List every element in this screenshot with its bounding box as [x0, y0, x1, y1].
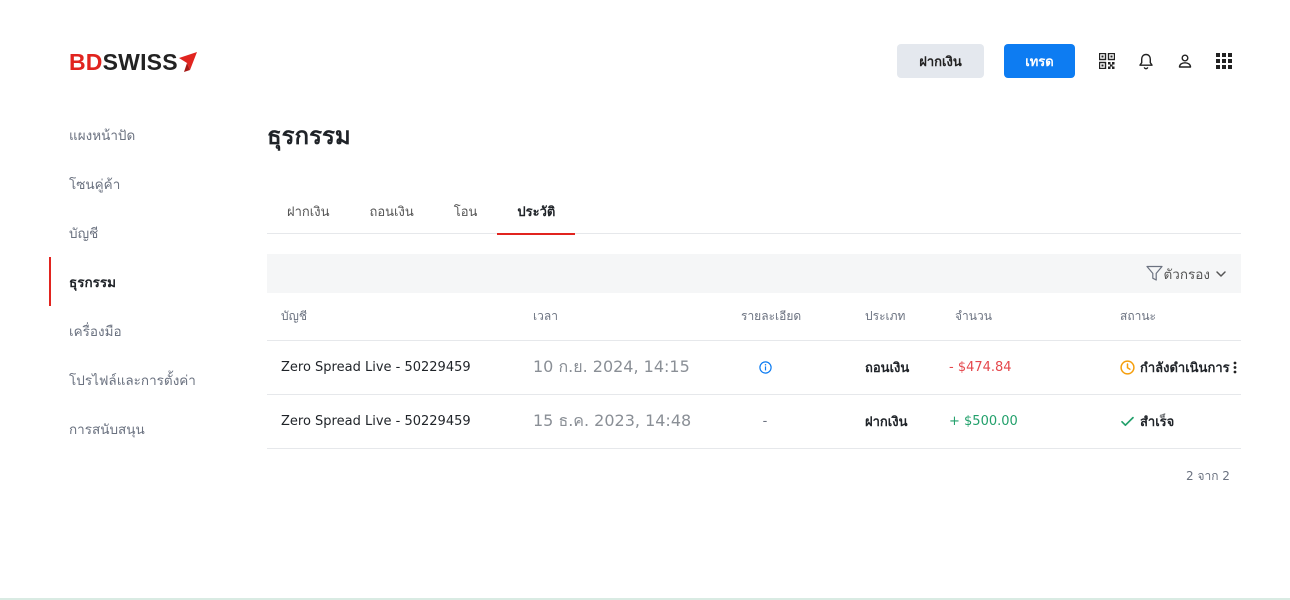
logo-arrow-icon	[178, 52, 197, 72]
sidebar-item-dashboard[interactable]: แผงหน้าปัด	[49, 110, 239, 159]
bdswiss-logo[interactable]: BD SWISS	[69, 48, 197, 75]
status-label: กำลังดำเนินการ	[1140, 361, 1230, 376]
transaction-tabs: ฝากเงิน ถอนเงิน โอน ประวัติ	[267, 188, 1241, 235]
col-header-details: รายละเอียด	[741, 309, 802, 323]
col-header-account: บัญชี	[281, 309, 307, 323]
trade-button[interactable]: เทรด	[1004, 44, 1075, 78]
sidebar-item-label: แผงหน้าปัด	[69, 127, 136, 144]
filter-funnel-icon	[1145, 265, 1163, 281]
sidebar-item-partner-zone[interactable]: โซนคู่ค้า	[49, 159, 239, 208]
col-header-status: สถานะ	[1120, 309, 1156, 323]
account-cell: Zero Spread Live - 50229459	[281, 360, 471, 375]
amount-cell: - $474.84	[949, 360, 1012, 375]
status-cell: สำเร็จ	[1120, 395, 1174, 448]
info-icon[interactable]	[758, 361, 772, 374]
transactions-table: บัญชี เวลา รายละเอียด ประเภท จำนวน สถานะ…	[267, 293, 1241, 449]
sidebar-item-label: ธุรกรรม	[69, 274, 117, 291]
user-icon[interactable]	[1175, 51, 1195, 71]
status-label: สำเร็จ	[1140, 415, 1175, 430]
tab-withdraw[interactable]: ถอนเงิน	[349, 188, 433, 234]
top-toolbar: ฝากเงิน เทรด	[897, 44, 1234, 78]
sidebar-item-support[interactable]: การสนับสนุน	[49, 404, 239, 453]
page-title: ธุรกรรม	[267, 122, 351, 150]
tab-deposit[interactable]: ฝากเงิน	[267, 188, 349, 234]
sidebar-item-accounts[interactable]: บัญชี	[49, 208, 239, 257]
clock-icon	[1120, 360, 1135, 375]
row-more-options-icon[interactable]	[1233, 341, 1237, 394]
sidebar-item-label: โปรไฟล์และการตั้งค่า	[69, 372, 196, 389]
tab-history[interactable]: ประวัติ	[497, 188, 576, 235]
col-header-amount: จำนวน	[955, 309, 992, 323]
type-cell: ถอนเงิน	[865, 361, 910, 376]
qr-code-icon[interactable]	[1097, 51, 1117, 71]
deposit-button[interactable]: ฝากเงิน	[897, 44, 984, 78]
time-cell: 10 ก.ย. 2024, 14:15	[533, 357, 690, 376]
type-cell: ฝากเงิน	[865, 415, 908, 430]
tab-transfer[interactable]: โอน	[434, 188, 498, 234]
sidebar-item-tools[interactable]: เครื่องมือ	[49, 306, 239, 355]
sidebar-item-transactions[interactable]: ธุรกรรม	[49, 257, 239, 306]
pagination-info: 2 จาก 2	[1186, 469, 1230, 483]
time-cell: 15 ธ.ค. 2023, 14:48	[533, 411, 692, 430]
status-badge: สำเร็จ	[1120, 411, 1174, 432]
table-row[interactable]: Zero Spread Live - 50229459 15 ธ.ค. 2023…	[267, 395, 1241, 449]
chevron-down-icon	[1216, 270, 1226, 277]
logo-text-swiss: SWISS	[102, 48, 178, 75]
details-cell	[741, 341, 789, 394]
account-cell: Zero Spread Live - 50229459	[281, 414, 471, 429]
sidebar-item-label: การสนับสนุน	[69, 421, 145, 438]
logo-text-bd: BD	[69, 48, 103, 75]
sidebar-item-label: เครื่องมือ	[69, 323, 122, 340]
filter-bar: ตัวกรอง	[267, 254, 1241, 293]
status-badge: กำลังดำเนินการ	[1120, 357, 1230, 378]
col-header-type: ประเภท	[865, 309, 906, 323]
apps-grid-icon[interactable]	[1214, 51, 1234, 71]
sidebar-item-profile-settings[interactable]: โปรไฟล์และการตั้งค่า	[49, 355, 239, 404]
status-cell: กำลังดำเนินการ	[1120, 341, 1230, 394]
details-cell: -	[762, 414, 768, 429]
bell-icon[interactable]	[1136, 51, 1156, 71]
table-header-row: บัญชี เวลา รายละเอียด ประเภท จำนวน สถานะ	[267, 293, 1241, 341]
filter-label: ตัวกรอง	[1163, 266, 1210, 283]
filter-button[interactable]: ตัวกรอง	[1145, 263, 1229, 285]
sidebar-item-label: บัญชี	[69, 225, 99, 242]
table-row[interactable]: Zero Spread Live - 50229459 10 ก.ย. 2024…	[267, 341, 1241, 395]
amount-cell: + $500.00	[949, 414, 1018, 429]
sidebar-nav: แผงหน้าปัด โซนคู่ค้า บัญชี ธุรกรรม เครื่…	[49, 110, 239, 453]
col-header-time: เวลา	[533, 309, 558, 323]
sidebar-item-label: โซนคู่ค้า	[69, 176, 121, 193]
check-icon	[1121, 416, 1134, 427]
